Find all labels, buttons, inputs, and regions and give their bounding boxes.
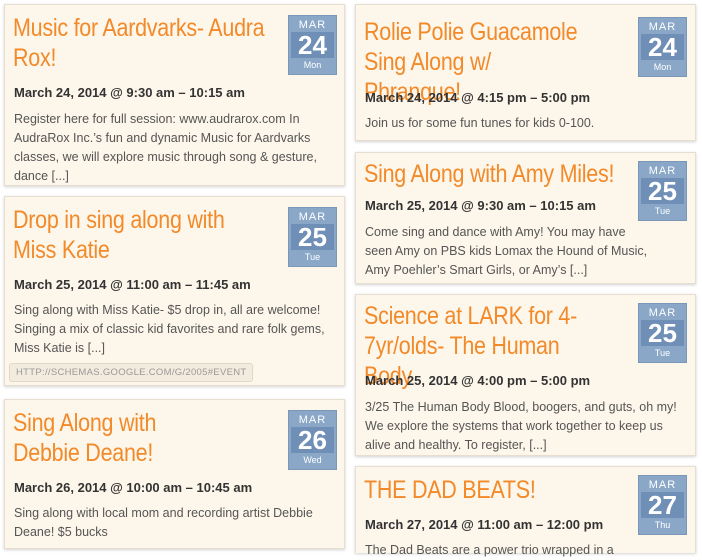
event-datetime: March 24, 2014 @ 9:30 am – 10:15 am — [14, 85, 245, 100]
date-badge: MAR 25 Tue — [638, 161, 687, 221]
badge-day: 27 — [641, 492, 684, 518]
event-description: Sing along with local mom and recording … — [14, 506, 313, 539]
date-badge: MAR 24 Mon — [638, 17, 687, 77]
event-datetime: March 26, 2014 @ 10:00 am – 10:45 am — [14, 480, 253, 495]
date-badge: MAR 26 Wed — [288, 410, 337, 470]
event-title-link[interactable]: Sing Along with Debbie Deane! — [13, 409, 156, 467]
event-description: Come sing and dance with Amy! You may ha… — [365, 225, 648, 277]
event-description: Sing along with Miss Katie- $5 drop in, … — [14, 303, 325, 355]
badge-day: 24 — [291, 32, 334, 58]
event-title-link[interactable]: Music for Aardvarks- Audra Rox! — [13, 14, 265, 72]
event-title-link[interactable]: Drop in sing along with Miss Katie — [13, 206, 225, 264]
event-card: Sing Along with Debbie Deane! MAR 26 Wed… — [4, 399, 345, 549]
event-description: Register here for full session: www.audr… — [14, 112, 317, 183]
event-title[interactable]: THE DAD BEATS! — [364, 473, 622, 505]
badge-weekday: Tue — [654, 348, 671, 358]
badge-day: 25 — [641, 320, 684, 346]
badge-weekday: Wed — [303, 455, 322, 465]
badge-day: 26 — [291, 427, 334, 453]
date-badge: MAR 25 Tue — [288, 207, 337, 267]
date-badge: MAR 25 Tue — [638, 303, 687, 363]
badge-day: 25 — [291, 224, 334, 250]
event-datetime: March 24, 2014 @ 4:15 pm – 5:00 pm — [365, 90, 591, 105]
event-datetime: March 25, 2014 @ 11:00 am – 11:45 am — [14, 277, 251, 292]
event-title[interactable]: Drop in sing along with Miss Katie — [13, 203, 228, 265]
event-title-link[interactable]: Sing Along with Amy Miles! — [364, 160, 614, 188]
badge-day: 24 — [641, 34, 684, 60]
event-card: Music for Aardvarks- Audra Rox! MAR 24 M… — [4, 4, 345, 186]
event-description: Join us for some fun tunes for kids 0-10… — [365, 116, 595, 130]
event-datetime: March 25, 2014 @ 4:00 pm – 5:00 pm — [365, 373, 591, 388]
event-title[interactable]: Music for Aardvarks- Audra Rox! — [13, 11, 280, 73]
event-title[interactable]: Sing Along with Debbie Deane! — [13, 406, 228, 468]
event-card: Sing Along with Amy Miles! MAR 25 Tue Ma… — [355, 152, 696, 284]
event-card: Rolie Polie Guacamole Sing Along w/ Phra… — [355, 4, 696, 141]
event-description: The Dad Beats are a power trio wrapped i… — [365, 543, 614, 557]
badge-weekday: Mon — [303, 60, 322, 70]
event-category-tag[interactable]: HTTP://SCHEMAS.GOOGLE.COM/G/2005#EVENT — [9, 363, 254, 382]
badge-weekday: Tue — [654, 206, 671, 216]
badge-weekday: Tue — [304, 252, 321, 262]
date-badge: MAR 27 Thu — [638, 475, 687, 535]
event-datetime: March 25, 2014 @ 9:30 am – 10:15 am — [365, 198, 596, 213]
event-card: THE DAD BEATS! MAR 27 Thu March 27, 2014… — [355, 466, 696, 557]
event-datetime: March 27, 2014 @ 11:00 am – 12:00 pm — [365, 517, 604, 532]
date-badge: MAR 24 Mon — [288, 15, 337, 75]
event-card: Science at LARK for 4-7yr/olds- The Huma… — [355, 294, 696, 456]
event-title[interactable]: Sing Along with Amy Miles! — [364, 157, 622, 189]
event-description: 3/25 The Human Body Blood, boogers, and … — [365, 400, 677, 452]
badge-day: 25 — [641, 178, 684, 204]
badge-weekday: Mon — [653, 62, 672, 72]
badge-weekday: Thu — [654, 520, 671, 530]
event-title-link[interactable]: THE DAD BEATS! — [364, 476, 536, 504]
event-card: Drop in sing along with Miss Katie MAR 2… — [4, 196, 345, 386]
